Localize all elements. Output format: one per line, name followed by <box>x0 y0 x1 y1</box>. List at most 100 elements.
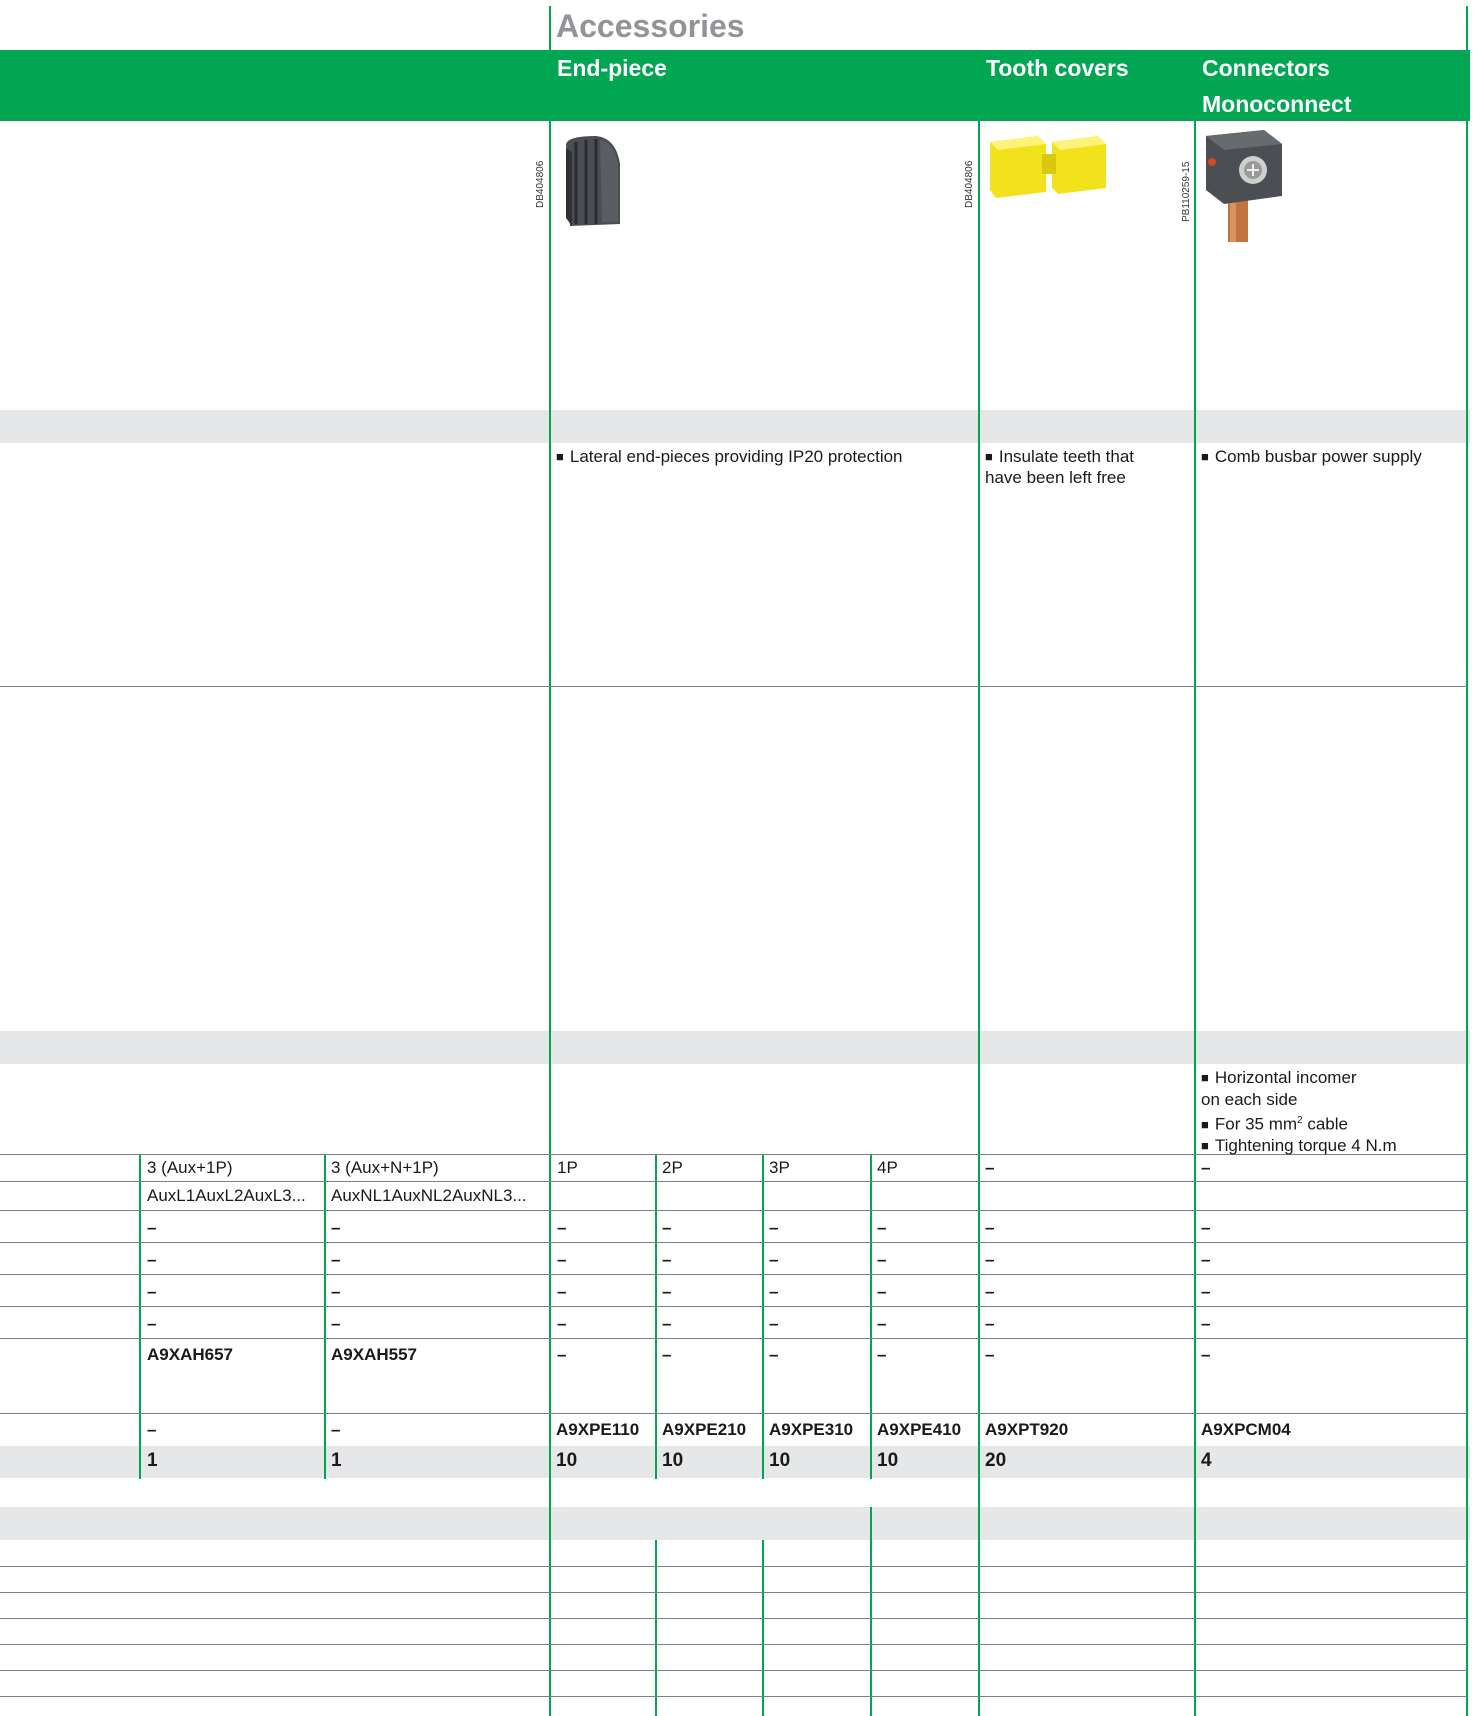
dash-cell: – <box>877 1314 887 1333</box>
bullet-square-icon: ■ <box>556 449 564 464</box>
dash-cell: – <box>147 1314 157 1333</box>
poles-cell: 1P <box>557 1158 578 1177</box>
poles-cell: 3 (Aux+1P) <box>147 1158 233 1177</box>
catalog-reference: A9XPCM04 <box>1201 1420 1291 1439</box>
poles-cell: 3P <box>769 1158 790 1177</box>
row-divider <box>0 1644 1468 1645</box>
description-end-piece-text: Lateral end-pieces providing IP20 protec… <box>569 447 903 466</box>
row-divider <box>0 1592 1468 1593</box>
section-title: Accessories <box>556 8 745 44</box>
description-end-piece: ■ Lateral end-pieces providing IP20 prote… <box>556 446 903 467</box>
row-divider <box>0 686 1468 687</box>
dash-cell: – <box>1201 1218 1211 1237</box>
poles-cell: – <box>985 1158 995 1177</box>
catalog-reference: A9XPE410 <box>877 1420 962 1439</box>
column-header-connectors: Connectors <box>1202 55 1330 81</box>
dash-cell: – <box>147 1250 157 1269</box>
bullet-square-icon: ■ <box>985 449 993 464</box>
column-divider <box>870 1507 872 1716</box>
spec-cable-size: For 35 mm <box>1214 1114 1298 1134</box>
dash-cell: – <box>1201 1250 1211 1269</box>
quantity-cell: 20 <box>985 1450 1007 1471</box>
catalog-reference: A9XPT920 <box>985 1420 1069 1439</box>
poles-cell: 3 (Aux+N+1P) <box>331 1158 439 1177</box>
gray-separator-band <box>0 410 1470 443</box>
tooth-covers-image <box>990 136 1106 198</box>
row-divider <box>0 1670 1468 1671</box>
description-tooth-covers: ■ Insulate teeth that have been left free <box>985 446 1134 488</box>
dash-cell: – <box>877 1282 887 1301</box>
row-divider <box>0 1181 1468 1182</box>
quantity-cell: 1 <box>147 1450 158 1471</box>
bullet-square-icon: ■ <box>1201 1138 1209 1154</box>
dash-cell: – <box>985 1314 995 1333</box>
dash-cell: – <box>985 1345 995 1364</box>
quantity-cell: 1 <box>331 1450 342 1471</box>
dash-cell: – <box>769 1250 779 1269</box>
column-divider <box>655 1155 657 1479</box>
quantity-cell: 10 <box>877 1450 899 1471</box>
catalog-reference: A9XPE210 <box>662 1420 747 1439</box>
row-divider <box>0 1306 1468 1307</box>
poles-cell: 2P <box>662 1158 683 1177</box>
dash-cell: – <box>877 1218 887 1237</box>
poles-cell: – <box>1201 1158 1211 1177</box>
connector-specs: ■ Horizontal incomer on each side ■ For 35… <box>1201 1067 1397 1157</box>
dash-cell: – <box>331 1250 341 1269</box>
column-divider <box>762 1155 764 1479</box>
catalog-reference: A9XPE110 <box>556 1420 640 1439</box>
column-divider <box>549 6 551 1716</box>
quantity-cell: 10 <box>556 1450 578 1471</box>
dash-cell: – <box>557 1314 567 1333</box>
end-piece-image <box>566 136 620 226</box>
dash-cell: – <box>331 1218 341 1237</box>
image-ref-connectors: PB110259-15 <box>1181 161 1192 222</box>
dash-cell: – <box>557 1345 567 1364</box>
column-divider <box>978 50 980 1716</box>
catalog-reference: – <box>331 1420 341 1439</box>
spec-tightening-torque: Tightening torque 4 N.m <box>1214 1136 1397 1156</box>
column-divider <box>1466 6 1468 1716</box>
dash-cell: – <box>662 1314 672 1333</box>
phase-cell: AuxL1AuxL2AuxL3... <box>147 1186 306 1205</box>
column-header-tooth-covers: Tooth covers <box>986 55 1129 81</box>
dash-cell: – <box>1201 1345 1211 1364</box>
catalog-reference: – <box>147 1420 157 1439</box>
aux-reference: A9XAH557 <box>331 1345 417 1364</box>
column-divider <box>139 1155 141 1479</box>
dash-cell: – <box>769 1314 779 1333</box>
description-tooth-covers-text: Insulate teeth that <box>998 447 1135 466</box>
dash-cell: – <box>662 1345 672 1364</box>
row-divider <box>0 1696 1468 1697</box>
catalog-page: Accessories End-piece Tooth covers Conne… <box>0 0 1475 1716</box>
dash-cell: – <box>557 1282 567 1301</box>
description-connectors: ■ Comb busbar power supply <box>1201 446 1422 467</box>
spec-cable-suffix: cable <box>1302 1114 1348 1134</box>
dash-cell: – <box>331 1282 341 1301</box>
column-divider <box>324 1155 326 1479</box>
dash-cell: – <box>985 1250 995 1269</box>
spec-horizontal-incomer: Horizontal incomer <box>1214 1068 1357 1087</box>
spec-each-side: on each side <box>1201 1089 1298 1109</box>
dash-cell: – <box>769 1345 779 1364</box>
dash-cell: – <box>557 1218 567 1237</box>
quantity-row-band <box>0 1446 1470 1478</box>
column-header-monoconnect: Monoconnect <box>1202 91 1352 117</box>
column-header-end-piece: End-piece <box>557 55 667 81</box>
dash-cell: – <box>1201 1314 1211 1333</box>
catalog-reference: A9XPE310 <box>769 1420 854 1439</box>
dash-cell: – <box>877 1250 887 1269</box>
image-ref-end-piece: DB404806 <box>535 160 546 208</box>
gray-separator-band <box>0 1507 1470 1540</box>
dash-cell: – <box>985 1218 995 1237</box>
dash-cell: – <box>1201 1282 1211 1301</box>
bullet-square-icon: ■ <box>1201 449 1209 464</box>
image-ref-tooth-covers: DB404806 <box>964 160 975 208</box>
dash-cell: – <box>769 1282 779 1301</box>
row-divider <box>0 1413 1468 1414</box>
row-divider <box>0 1242 1468 1243</box>
quantity-cell: 10 <box>769 1450 791 1471</box>
row-divider <box>0 1618 1468 1619</box>
aux-reference: A9XAH657 <box>147 1345 233 1364</box>
dash-cell: – <box>147 1218 157 1237</box>
